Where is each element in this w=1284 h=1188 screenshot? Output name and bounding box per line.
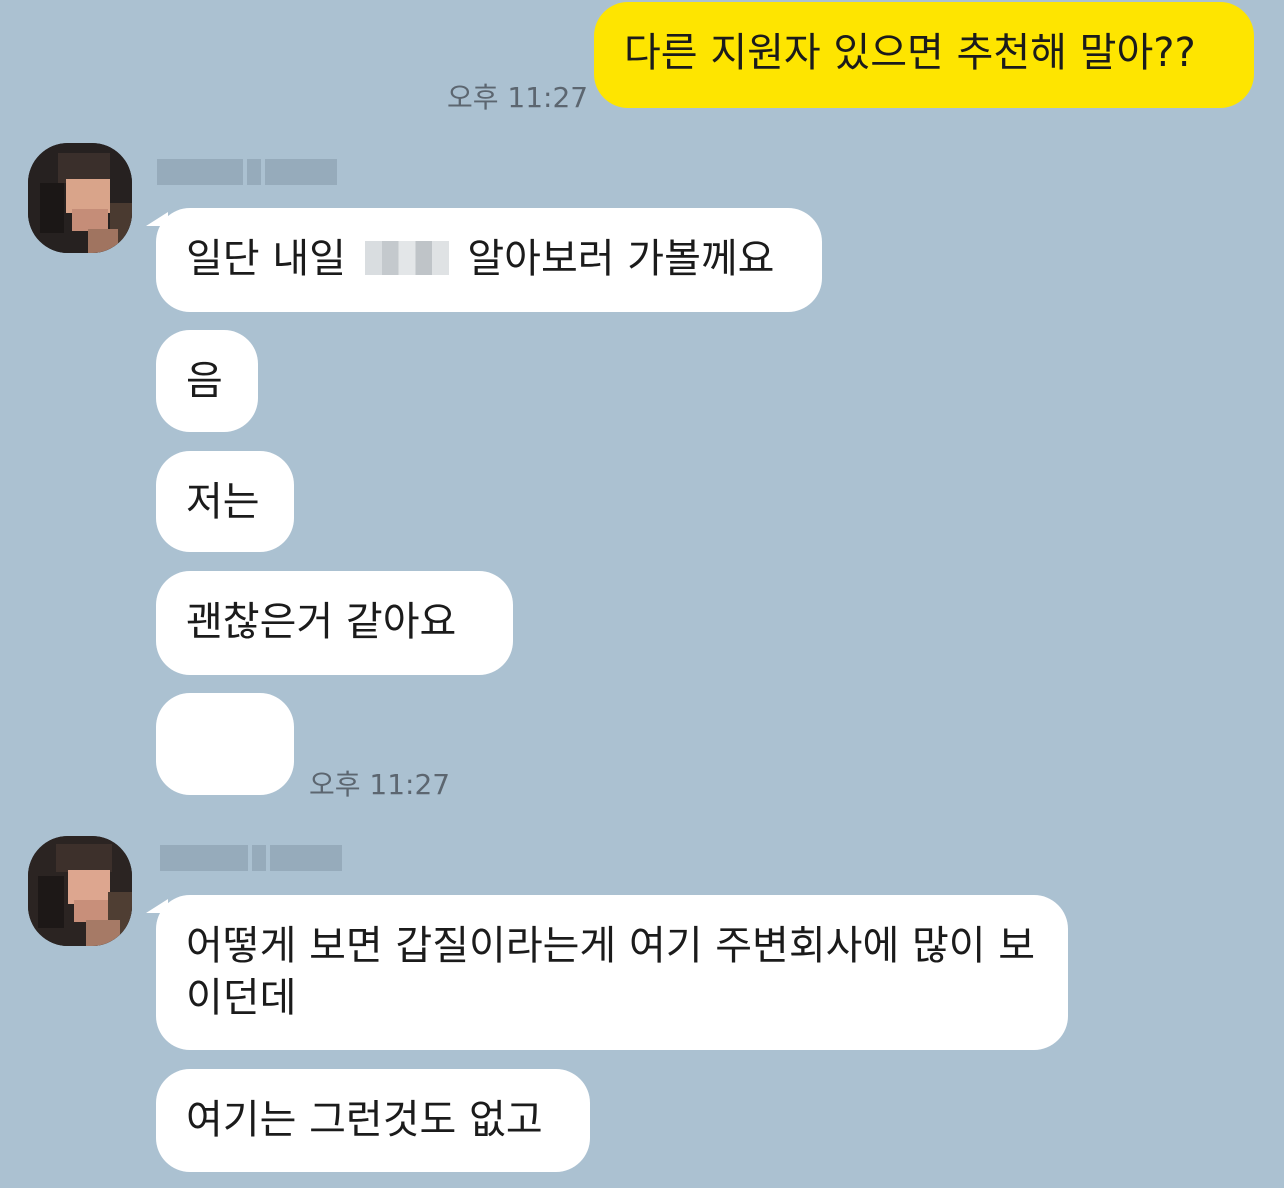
- received-message-bubble[interactable]: 괜찮은거 같아요: [156, 571, 513, 675]
- redacted-text: [364, 241, 449, 275]
- sender-name: [160, 843, 342, 873]
- received-message-bubble[interactable]: 어떻게 보면 갑질이라는게 여기 주변회사에 많이 보이던데: [156, 895, 1068, 1050]
- chat-view[interactable]: 오후 11:27 다른 지원자 있으면 추천해 말아?? 일단 내일 알아보러 …: [0, 0, 1284, 1188]
- message-text: 괜찮은거 같아요: [186, 599, 457, 645]
- message-text: 음: [186, 358, 223, 404]
- message-text: 다른 지원자 있으면 추천해 말아??: [624, 30, 1196, 76]
- received-message-bubble[interactable]: 일단 내일 알아보러 가볼께요: [156, 208, 822, 312]
- sender-name: [157, 157, 337, 187]
- message-text: 여기는 그런것도 없고: [186, 1097, 543, 1143]
- message-text: 어떻게 보면 갑질이라는게 여기 주변회사에 많이 보이던데: [186, 923, 1036, 1021]
- received-message-bubble[interactable]: 음: [156, 330, 258, 432]
- contact-avatar[interactable]: [28, 836, 132, 946]
- message-time: 오후 11:27: [447, 81, 589, 114]
- message-text: 일단 내일: [186, 236, 346, 282]
- received-message-bubble[interactable]: 여기는 그런것도 없고: [156, 1069, 590, 1172]
- received-message-bubble[interactable]: [156, 693, 294, 795]
- message-time: 오후 11:27: [309, 768, 451, 801]
- message-text: 알아보러 가볼께요: [467, 236, 775, 282]
- contact-avatar[interactable]: [28, 143, 132, 253]
- received-message-bubble[interactable]: 저는: [156, 451, 294, 552]
- sent-message-bubble[interactable]: 다른 지원자 있으면 추천해 말아??: [594, 2, 1254, 108]
- message-text: 저는: [186, 479, 260, 525]
